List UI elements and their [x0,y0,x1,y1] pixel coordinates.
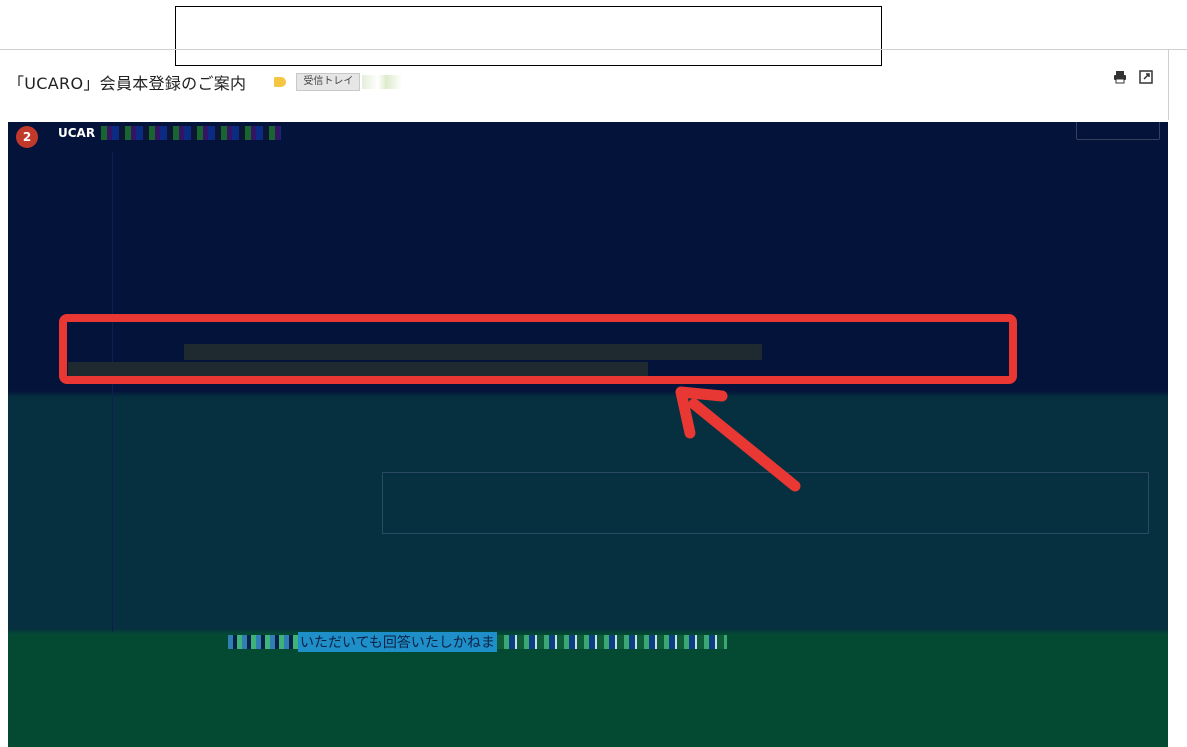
annotation-arrow [675,386,801,492]
